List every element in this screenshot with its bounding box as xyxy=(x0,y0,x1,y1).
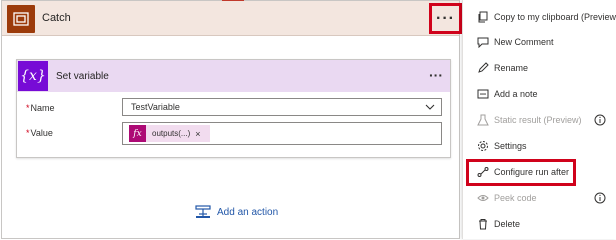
expression-icon: fx xyxy=(129,125,146,142)
catch-scope-card: Catch ··· {x} Set variable ··· *Name Tes… xyxy=(1,0,462,239)
menu-item-copy-to-clipboard[interactable]: Copy to my clipboard (Preview) xyxy=(463,6,616,28)
scope-more-options-button[interactable]: ··· xyxy=(429,3,462,34)
info-icon[interactable] xyxy=(594,192,606,204)
pencil-icon xyxy=(478,62,489,73)
required-marker: * xyxy=(26,128,30,138)
expression-token-text: outputs(...) xyxy=(152,129,191,138)
value-field[interactable]: fx outputs(...) × xyxy=(122,122,442,145)
menu-item-new-comment[interactable]: New Comment xyxy=(463,31,616,53)
menu-item-static-result: Static result (Preview) xyxy=(463,109,616,131)
info-icon[interactable] xyxy=(594,114,606,126)
set-variable-title: Set variable xyxy=(56,71,109,82)
menu-item-label: New Comment xyxy=(494,37,554,47)
trash-icon xyxy=(479,219,487,230)
flask-icon xyxy=(477,114,489,126)
menu-item-peek-code: Peek code xyxy=(463,187,616,209)
add-action-icon xyxy=(195,205,211,218)
add-an-action-button[interactable]: Add an action xyxy=(195,204,278,220)
menu-item-label: Copy to my clipboard (Preview) xyxy=(494,12,616,22)
gear-icon xyxy=(478,141,488,151)
action-context-menu: Copy to my clipboard (Preview) New Comme… xyxy=(462,0,616,239)
name-dropdown[interactable]: TestVariable xyxy=(122,98,442,116)
variable-icon: {x} xyxy=(18,61,48,91)
comment-icon xyxy=(477,37,489,48)
name-dropdown-value: TestVariable xyxy=(131,102,180,112)
menu-item-label: Delete xyxy=(494,219,521,229)
chevron-down-icon xyxy=(425,101,435,117)
configure-run-after-highlight xyxy=(466,159,576,186)
menu-item-label: Peek code xyxy=(494,193,537,203)
set-variable-card: {x} Set variable ··· *Name TestVariable … xyxy=(16,59,451,158)
add-an-action-label: Add an action xyxy=(217,206,279,218)
menu-item-delete[interactable]: Delete xyxy=(463,213,616,235)
token-remove-icon[interactable]: × xyxy=(195,129,200,139)
menu-item-settings[interactable]: Settings xyxy=(463,135,616,157)
menu-item-add-a-note[interactable]: Add a note xyxy=(463,83,616,105)
menu-item-label: Add a note xyxy=(494,89,538,99)
eye-icon xyxy=(477,195,489,201)
set-variable-header[interactable]: {x} Set variable ··· xyxy=(17,60,450,92)
menu-item-label: Settings xyxy=(494,141,527,151)
expression-token[interactable]: fx outputs(...) × xyxy=(129,125,210,142)
copy-icon xyxy=(478,11,488,23)
menu-item-label: Rename xyxy=(494,63,529,73)
action-more-options-button[interactable]: ··· xyxy=(424,64,448,86)
menu-item-label: Static result (Preview) xyxy=(494,115,582,125)
menu-item-rename[interactable]: Rename xyxy=(463,57,616,79)
note-icon xyxy=(477,89,489,99)
catch-scope-header[interactable]: Catch ··· xyxy=(2,1,462,36)
required-marker: * xyxy=(26,103,30,113)
name-field-label: *Name xyxy=(26,103,55,113)
scope-icon xyxy=(7,5,35,33)
catch-scope-title: Catch xyxy=(42,12,71,24)
value-field-label: *Value xyxy=(26,128,53,138)
